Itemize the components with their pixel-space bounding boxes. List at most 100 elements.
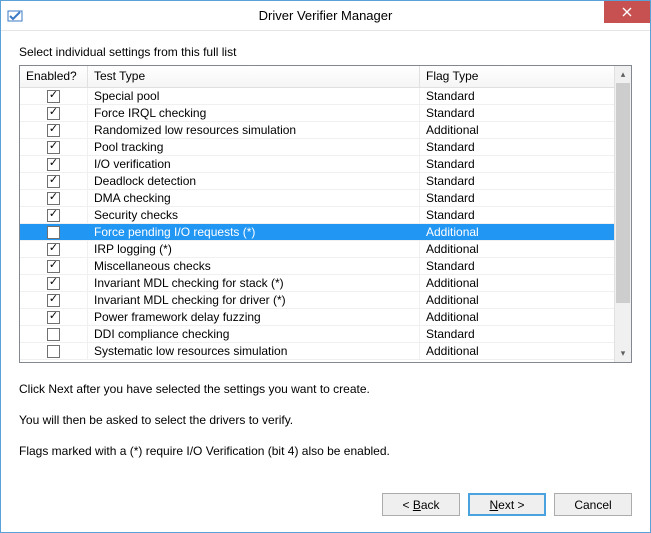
cell-enabled (20, 139, 88, 155)
table-row[interactable]: Force pending I/O requests (*)Additional (20, 224, 614, 241)
cell-enabled (20, 190, 88, 206)
cell-flag-type: Additional (420, 275, 614, 291)
cell-enabled (20, 207, 88, 223)
enabled-checkbox[interactable] (47, 260, 60, 273)
cell-enabled (20, 241, 88, 257)
cell-enabled (20, 326, 88, 342)
close-button[interactable] (604, 1, 650, 23)
rows-container: Special poolStandardForce IRQL checkingS… (20, 88, 614, 362)
cell-test-type: Invariant MDL checking for stack (*) (88, 275, 420, 291)
table-row[interactable]: Randomized low resources simulationAddit… (20, 122, 614, 139)
enabled-checkbox[interactable] (47, 192, 60, 205)
cell-test-type: Deadlock detection (88, 173, 420, 189)
table-row[interactable]: Invariant MDL checking for driver (*)Add… (20, 292, 614, 309)
cell-flag-type: Standard (420, 190, 614, 206)
table-row[interactable]: I/O verificationStandard (20, 156, 614, 173)
footer-text: Click Next after you have selected the s… (19, 381, 632, 459)
scroll-up-arrow[interactable]: ▴ (615, 66, 631, 83)
enabled-checkbox[interactable] (47, 158, 60, 171)
enabled-checkbox[interactable] (47, 124, 60, 137)
cell-flag-type: Standard (420, 258, 614, 274)
cell-test-type: DDI compliance checking (88, 326, 420, 342)
cell-flag-type: Standard (420, 173, 614, 189)
enabled-checkbox[interactable] (47, 141, 60, 154)
cell-flag-type: Additional (420, 224, 614, 240)
enabled-checkbox[interactable] (47, 345, 60, 358)
table-row[interactable]: Systematic low resources simulationAddit… (20, 343, 614, 360)
footer-line-1: Click Next after you have selected the s… (19, 381, 632, 398)
table-row[interactable]: DDI compliance checkingStandard (20, 326, 614, 343)
settings-list: Enabled? Test Type Flag Type Special poo… (19, 65, 632, 363)
cell-enabled (20, 122, 88, 138)
table-row[interactable]: Miscellaneous checksStandard (20, 258, 614, 275)
table-row[interactable]: Special poolStandard (20, 88, 614, 105)
table-row[interactable]: Security checksStandard (20, 207, 614, 224)
cell-test-type: Randomized low resources simulation (88, 122, 420, 138)
cell-test-type: Special pool (88, 88, 420, 104)
cell-test-type: Power framework delay fuzzing (88, 309, 420, 325)
table-row[interactable]: IRP logging (*)Additional (20, 241, 614, 258)
enabled-checkbox[interactable] (47, 243, 60, 256)
cell-flag-type: Standard (420, 139, 614, 155)
cell-flag-type: Standard (420, 105, 614, 121)
list-header: Enabled? Test Type Flag Type (20, 66, 614, 88)
table-row[interactable]: Pool trackingStandard (20, 139, 614, 156)
enabled-checkbox[interactable] (47, 294, 60, 307)
enabled-checkbox[interactable] (47, 90, 60, 103)
cell-flag-type: Additional (420, 122, 614, 138)
titlebar[interactable]: Driver Verifier Manager (1, 1, 650, 31)
cell-test-type: Security checks (88, 207, 420, 223)
cancel-button[interactable]: Cancel (554, 493, 632, 516)
cell-flag-type: Standard (420, 326, 614, 342)
scroll-down-arrow[interactable]: ▾ (615, 345, 631, 362)
column-header-enabled[interactable]: Enabled? (20, 66, 88, 87)
enabled-checkbox[interactable] (47, 328, 60, 341)
cell-flag-type: Standard (420, 88, 614, 104)
cell-flag-type: Standard (420, 156, 614, 172)
cell-enabled (20, 224, 88, 240)
cell-test-type: I/O verification (88, 156, 420, 172)
cell-flag-type: Additional (420, 343, 614, 359)
cell-enabled (20, 88, 88, 104)
cell-flag-type: Additional (420, 292, 614, 308)
cell-flag-type: Standard (420, 207, 614, 223)
footer-line-2: You will then be asked to select the dri… (19, 412, 632, 429)
cell-enabled (20, 156, 88, 172)
enabled-checkbox[interactable] (47, 311, 60, 324)
cell-test-type: Force IRQL checking (88, 105, 420, 121)
enabled-checkbox[interactable] (47, 277, 60, 290)
column-header-flag-type[interactable]: Flag Type (420, 66, 614, 87)
table-row[interactable]: Deadlock detectionStandard (20, 173, 614, 190)
table-row[interactable]: DMA checkingStandard (20, 190, 614, 207)
cell-enabled (20, 275, 88, 291)
enabled-checkbox[interactable] (47, 175, 60, 188)
next-button[interactable]: Next > (468, 493, 546, 516)
cell-enabled (20, 105, 88, 121)
column-header-test-type[interactable]: Test Type (88, 66, 420, 87)
cell-test-type: Invariant MDL checking for driver (*) (88, 292, 420, 308)
cell-enabled (20, 292, 88, 308)
cell-enabled (20, 309, 88, 325)
enabled-checkbox[interactable] (47, 209, 60, 222)
cell-test-type: IRP logging (*) (88, 241, 420, 257)
button-row: < Back Next > Cancel (1, 483, 650, 516)
cell-enabled (20, 343, 88, 359)
cell-test-type: DMA checking (88, 190, 420, 206)
enabled-checkbox[interactable] (47, 226, 60, 239)
back-button[interactable]: < Back (382, 493, 460, 516)
cell-enabled (20, 173, 88, 189)
vertical-scrollbar[interactable]: ▴ ▾ (614, 66, 631, 362)
verifier-app-icon (7, 8, 23, 24)
cell-test-type: Force pending I/O requests (*) (88, 224, 420, 240)
instruction-label: Select individual settings from this ful… (19, 45, 632, 59)
cell-test-type: Miscellaneous checks (88, 258, 420, 274)
cell-flag-type: Additional (420, 309, 614, 325)
window-title: Driver Verifier Manager (1, 8, 650, 23)
table-row[interactable]: Force IRQL checkingStandard (20, 105, 614, 122)
enabled-checkbox[interactable] (47, 107, 60, 120)
table-row[interactable]: Invariant MDL checking for stack (*)Addi… (20, 275, 614, 292)
scroll-thumb[interactable] (616, 83, 630, 303)
cell-test-type: Pool tracking (88, 139, 420, 155)
table-row[interactable]: Power framework delay fuzzingAdditional (20, 309, 614, 326)
cell-test-type: Systematic low resources simulation (88, 343, 420, 359)
